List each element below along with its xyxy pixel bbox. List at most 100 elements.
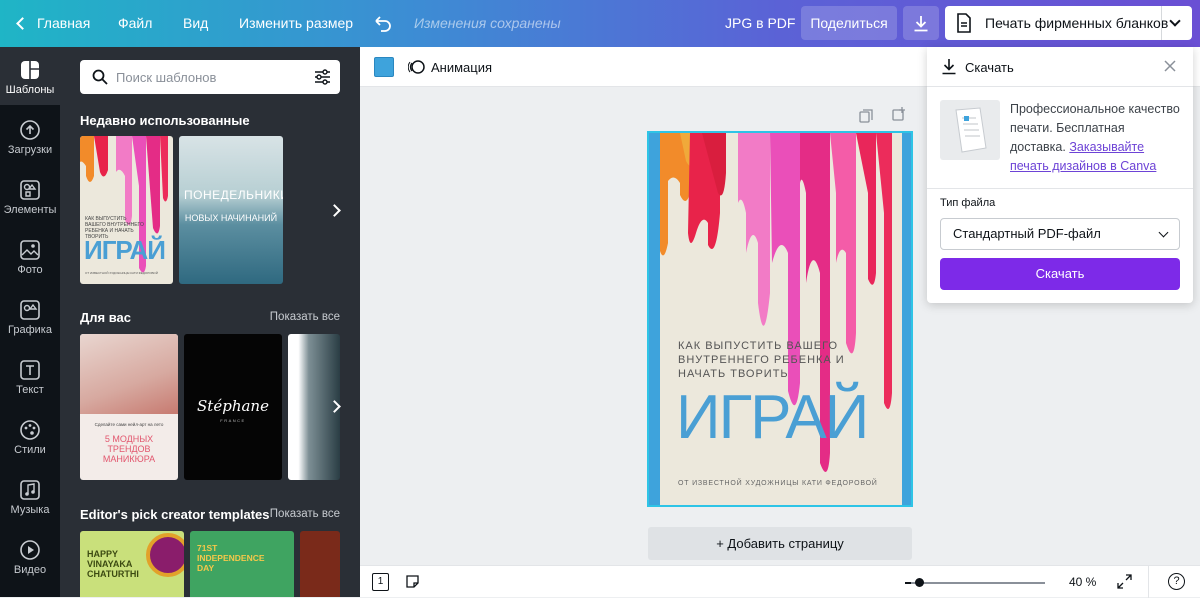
show-all-link[interactable]: Показать все bbox=[270, 311, 340, 323]
rail-item-styles[interactable]: Стили bbox=[0, 407, 60, 465]
rail-label: Элементы bbox=[3, 204, 57, 216]
editors-section-title: Editor's pick creator templates bbox=[80, 507, 270, 522]
zoom-level[interactable]: 40 % bbox=[1069, 575, 1096, 589]
animation-button[interactable]: Анимация bbox=[408, 59, 492, 75]
file-menu[interactable]: Файл bbox=[118, 15, 152, 31]
rail-item-templates[interactable]: Шаблоны bbox=[0, 47, 60, 105]
rail-item-music[interactable]: Музыка bbox=[0, 467, 60, 525]
thumb-title: ИГРАЙ bbox=[84, 235, 166, 265]
hands-photo bbox=[80, 334, 178, 414]
page-count-button[interactable]: 1 bbox=[372, 573, 389, 591]
paper-icon bbox=[955, 107, 987, 153]
search-icon bbox=[92, 69, 108, 85]
download-submit-button[interactable]: Скачать bbox=[940, 258, 1180, 290]
file-type-label: Тип файла bbox=[940, 197, 996, 209]
rail-item-text[interactable]: Текст bbox=[0, 347, 60, 405]
text-icon bbox=[20, 360, 40, 380]
music-icon bbox=[20, 480, 40, 500]
divider bbox=[1148, 566, 1149, 598]
divider bbox=[927, 188, 1193, 189]
share-button[interactable]: Поделиться bbox=[801, 6, 897, 40]
download-button[interactable] bbox=[903, 6, 939, 40]
top-bar: Главная Файл Вид Изменить размер Изменен… bbox=[0, 0, 1200, 47]
chevron-right-icon[interactable] bbox=[328, 204, 341, 217]
print-label: Печать фирменных бланков bbox=[985, 15, 1169, 31]
rail-label: Шаблоны bbox=[5, 84, 55, 96]
template-thumb-play[interactable]: КАК ВЫПУСТИТЬ ВАШЕГО ВНУТРЕННЕГО РЕБЕНКА… bbox=[80, 136, 173, 284]
rail-label: Музыка bbox=[10, 504, 50, 516]
thumb-title: 5 МОДНЫХ ТРЕНДОВ МАНИКЮРА bbox=[102, 434, 156, 464]
notes-icon[interactable] bbox=[405, 574, 420, 589]
zoom-slider-handle[interactable] bbox=[915, 578, 924, 587]
thumb-title: 71ST INDEPENDENCE DAY bbox=[197, 543, 265, 573]
rail-item-video[interactable]: Видео bbox=[0, 527, 60, 585]
animation-label: Анимация bbox=[431, 59, 493, 75]
close-icon[interactable] bbox=[1163, 59, 1177, 73]
undo-icon[interactable] bbox=[372, 13, 392, 33]
upload-icon bbox=[20, 120, 40, 140]
fullscreen-icon[interactable] bbox=[1117, 574, 1132, 589]
search-field[interactable]: Поиск шаблонов bbox=[80, 60, 340, 94]
video-icon bbox=[20, 540, 40, 560]
rail-label: Стили bbox=[14, 444, 46, 456]
thumb-small-text: Сделайте сами нейл-арт на лето bbox=[94, 422, 164, 427]
chevron-down-icon[interactable] bbox=[1169, 15, 1181, 27]
print-promo-image bbox=[940, 100, 1000, 160]
rail-item-graphics[interactable]: Графика bbox=[0, 287, 60, 345]
side-rail: Шаблоны Загрузки Элементы Фото Графика Т… bbox=[0, 47, 60, 597]
search-input[interactable]: Поиск шаблонов bbox=[116, 70, 216, 85]
rail-label: Видео bbox=[13, 564, 47, 576]
rail-item-photos[interactable]: Фото bbox=[0, 227, 60, 285]
duplicate-page-icon[interactable] bbox=[859, 109, 873, 123]
help-button[interactable]: ? bbox=[1168, 573, 1185, 590]
download-panel-header: Скачать bbox=[927, 47, 1193, 87]
palette-icon bbox=[20, 420, 40, 440]
home-label: Главная bbox=[37, 15, 91, 31]
print-promo-text: Профессиональное качество печати. Беспла… bbox=[1010, 100, 1182, 176]
thumb-title: ПОНЕДЕЛЬНИКИ bbox=[184, 188, 283, 202]
elements-icon bbox=[20, 180, 40, 200]
filter-icon[interactable] bbox=[314, 69, 331, 85]
mandala-image bbox=[146, 533, 184, 577]
document-icon bbox=[957, 13, 971, 33]
thumb-title: HAPPY VINAYAKA CHATURTHI bbox=[87, 549, 139, 579]
template-thumb-nails[interactable]: Сделайте сами нейл-арт на лето 5 МОДНЫХ … bbox=[80, 334, 178, 480]
page-title: ИГРАЙ bbox=[676, 383, 869, 452]
divider bbox=[1161, 6, 1162, 40]
jpg-to-pdf-link[interactable]: JPG в PDF bbox=[725, 15, 795, 31]
thumb-title: Stéphane bbox=[197, 397, 269, 415]
download-panel: Скачать Профессиональное качество печати… bbox=[927, 47, 1193, 303]
chevron-down-icon bbox=[1158, 227, 1169, 238]
recent-section-title: Недавно использованные bbox=[80, 113, 250, 128]
template-thumb-vinayaka[interactable]: HAPPY VINAYAKA CHATURTHI bbox=[80, 531, 184, 597]
templates-panel: Поиск шаблонов Недавно использованные КА… bbox=[60, 47, 360, 597]
add-page-button[interactable]: + Добавить страницу bbox=[648, 527, 912, 560]
for-you-section-title: Для вас bbox=[80, 310, 131, 325]
rail-item-elements[interactable]: Элементы bbox=[0, 167, 60, 225]
add-page-icon[interactable] bbox=[892, 107, 906, 121]
thumb-subtitle: FRANCE bbox=[220, 418, 246, 423]
show-all-link[interactable]: Показать все bbox=[270, 508, 340, 520]
design-page[interactable]: КАК ВЫПУСТИТЬ ВАШЕГО ВНУТРЕННЕГО РЕБЕНКА… bbox=[647, 131, 913, 507]
color-swatch[interactable] bbox=[374, 57, 394, 77]
template-thumb-partial[interactable] bbox=[300, 531, 340, 597]
graphics-icon bbox=[20, 300, 40, 320]
file-type-select[interactable]: Стандартный PDF-файл bbox=[940, 218, 1180, 250]
animation-icon bbox=[408, 60, 425, 74]
print-letterhead-button[interactable]: Печать фирменных бланков bbox=[945, 6, 1192, 40]
template-thumb-monday[interactable]: ПОНЕДЕЛЬНИКИ НОВЫХ НАЧИНАНИЙ bbox=[179, 136, 283, 284]
home-link[interactable]: Главная bbox=[16, 15, 91, 31]
template-thumb-independence[interactable]: 71ST INDEPENDENCE DAY bbox=[190, 531, 294, 597]
rail-label: Фото bbox=[17, 264, 43, 276]
view-menu[interactable]: Вид bbox=[183, 15, 208, 31]
resize-menu[interactable]: Изменить размер bbox=[239, 15, 353, 31]
templates-icon bbox=[21, 61, 39, 79]
download-icon bbox=[942, 59, 956, 75]
download-panel-title: Скачать bbox=[965, 60, 1014, 75]
page-author: ОТ ИЗВЕСТНОЙ ХУДОЖНИЦЫ КАТИ ФЕДОРОВОЙ bbox=[678, 480, 878, 487]
file-type-value: Стандартный PDF-файл bbox=[953, 226, 1101, 241]
rail-item-uploads[interactable]: Загрузки bbox=[0, 107, 60, 165]
template-thumb-stephane[interactable]: Stéphane FRANCE bbox=[184, 334, 282, 480]
save-status: Изменения сохранены bbox=[414, 15, 561, 31]
zoom-slider-track[interactable] bbox=[911, 582, 1045, 584]
